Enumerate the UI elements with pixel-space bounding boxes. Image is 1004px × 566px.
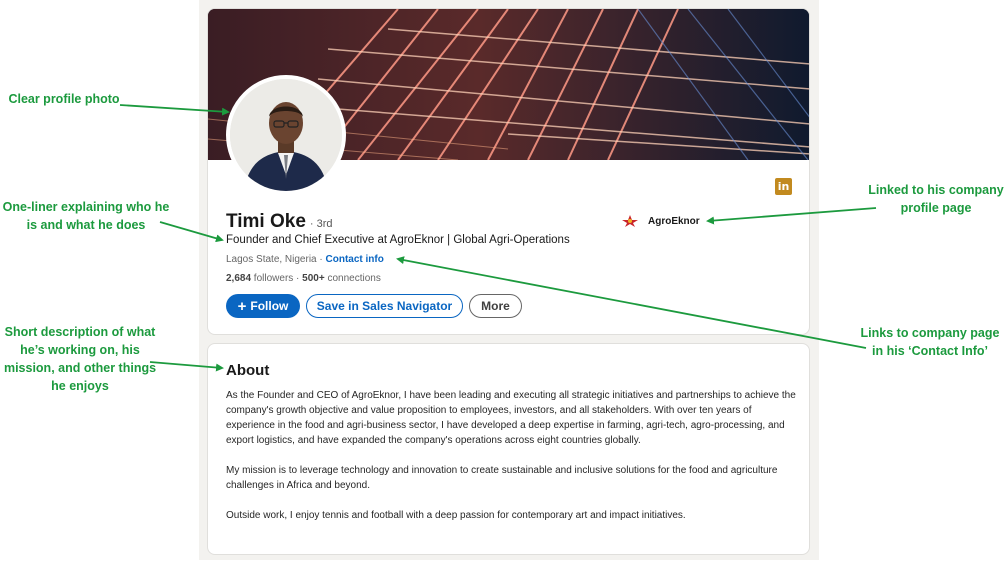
about-heading: About — [226, 362, 270, 379]
meta-separator: · — [316, 254, 326, 265]
about-text: As the Founder and CEO of AgroEknor, I h… — [226, 388, 796, 538]
company-name: AgroEknor — [648, 215, 700, 227]
location-row: Lagos State, Nigeria · Contact info — [226, 254, 384, 265]
contact-info-link[interactable]: Contact info — [326, 254, 384, 265]
annotation-company-link: Linked to his company profile page — [868, 183, 1004, 215]
more-button[interactable]: More — [469, 294, 522, 318]
profile-headline: Founder and Chief Executive at AgroEknor… — [226, 234, 570, 246]
profile-name: Timi Oke — [226, 211, 306, 232]
connections-count[interactable]: 500+ — [302, 273, 325, 284]
linkedin-icon[interactable]: in — [775, 178, 792, 195]
annotation-contact-link: Links to company page in his ‘Contact In… — [860, 326, 1000, 358]
company-logo-icon — [622, 215, 638, 227]
save-in-sales-navigator-button[interactable]: Save in Sales Navigator — [306, 294, 463, 318]
followers-label: followers — [251, 273, 294, 284]
stats-separator: · — [293, 273, 303, 284]
about-card: About As the Founder and CEO of AgroEkno… — [207, 343, 810, 555]
annotation-description: Short description of what he’s working o… — [3, 325, 157, 393]
network-stats: 2,684 followers · 500+ connections — [226, 273, 381, 284]
follow-button[interactable]: + Follow — [226, 294, 300, 318]
profile-card: in Timi Oke · 3rd Founder and Chief Exec… — [207, 8, 810, 335]
annotation-oneliner: One-liner explaining who he is and what … — [2, 200, 170, 232]
followers-count: 2,684 — [226, 273, 252, 284]
name-row: Timi Oke · 3rd — [226, 211, 333, 233]
profile-photo[interactable] — [226, 75, 346, 195]
connections-label: connections — [324, 273, 381, 284]
connection-degree: · 3rd — [309, 218, 333, 230]
follow-label: Follow — [250, 299, 289, 313]
location-text: Lagos State, Nigeria — [226, 254, 317, 265]
current-company-link[interactable]: AgroEknor — [621, 214, 700, 228]
about-paragraph: As the Founder and CEO of AgroEknor, I h… — [226, 390, 796, 446]
about-paragraph: My mission is to leverage technology and… — [226, 465, 778, 491]
annotation-photo: Clear profile photo — [8, 92, 120, 106]
plus-icon: + — [237, 297, 247, 315]
about-paragraph: Outside work, I enjoy tennis and footbal… — [226, 510, 686, 521]
